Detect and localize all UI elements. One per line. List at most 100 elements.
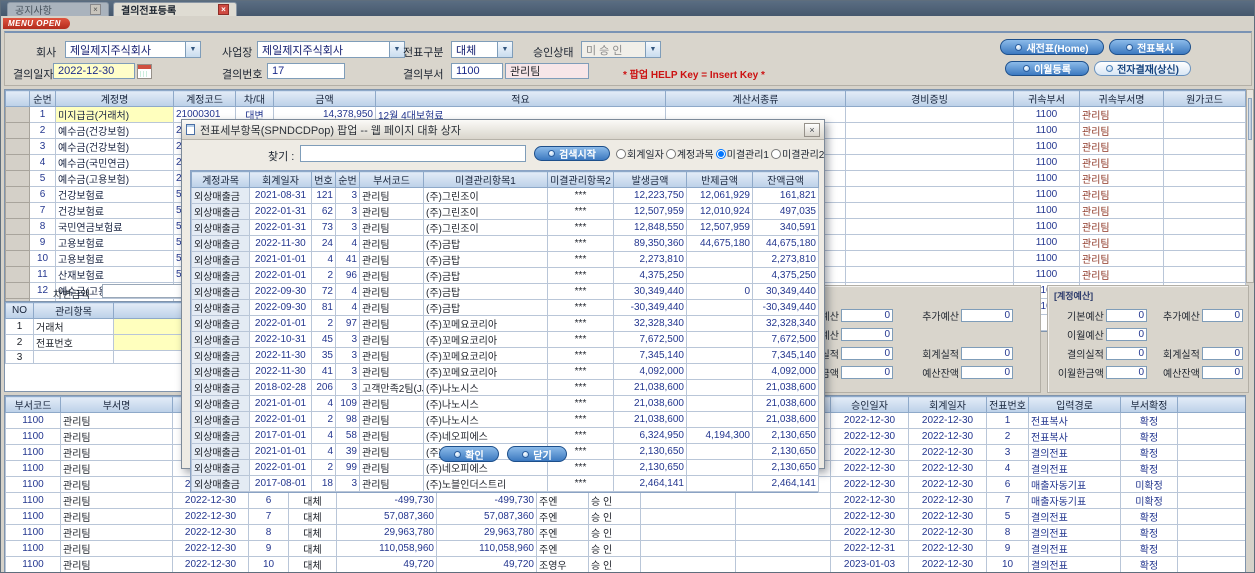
table-row[interactable]: 외상매출금 2022-01-01 2 97 관리팀 (주)꼬메요코리아 *** 32,328,… <box>191 315 819 332</box>
column-header[interactable]: 귀속부서 <box>1013 90 1080 107</box>
radio-option[interactable]: 미결관리1 <box>715 146 769 161</box>
new-slip-button[interactable]: 새전표(Home) <box>1000 39 1104 55</box>
column-header[interactable]: 부서명 <box>60 396 173 413</box>
column-header[interactable]: 금액 <box>273 90 376 107</box>
ok-button[interactable]: 확인 <box>439 446 499 462</box>
column-header[interactable]: 관리항목 <box>33 302 114 319</box>
table-row[interactable]: 외상매출금 2022-01-01 2 98 관리팀 (주)나노시스 *** 21,038,60… <box>191 411 819 428</box>
close-icon[interactable]: × <box>90 4 101 15</box>
column-header[interactable]: 미결관리항목1 <box>423 171 548 188</box>
scrollbar[interactable] <box>1246 89 1254 283</box>
budget-value[interactable]: 0 <box>841 328 893 341</box>
dept-code-input[interactable]: 1100 <box>451 63 503 79</box>
search-input[interactable] <box>300 145 526 162</box>
table-row[interactable]: 외상매출금 2022-11-30 24 4 관리팀 (주)금탑 *** 89,350,360 4… <box>191 235 819 252</box>
budget-value[interactable]: 0 <box>1201 309 1243 322</box>
column-header[interactable]: 경비증빙 <box>845 90 1014 107</box>
radio-icon[interactable] <box>715 148 726 159</box>
column-header[interactable]: 전표번호 <box>986 396 1029 413</box>
column-header[interactable]: 반제금액 <box>686 171 753 188</box>
table-row[interactable]: 외상매출금 2022-09-30 81 4 관리팀 (주)금탑 *** -30,349,440… <box>191 299 819 316</box>
budget-value[interactable]: 0 <box>961 366 1013 379</box>
close-icon[interactable]: × <box>804 122 820 137</box>
approval-date-input[interactable]: 2022-12-30 <box>53 63 135 79</box>
table-row[interactable]: 외상매출금 2021-01-01 4 109 관리팀 (주)나노시스 *** 21,038,6… <box>191 395 819 412</box>
budget-value[interactable]: 0 <box>841 366 893 379</box>
budget-value[interactable]: 0 <box>961 309 1013 322</box>
search-start-button[interactable]: 검색시작 <box>534 146 610 161</box>
table-row[interactable]: 외상매출금 2022-11-30 35 3 관리팀 (주)꼬메요코리아 *** 7,345,1… <box>191 347 819 364</box>
budget-value[interactable]: 0 <box>1105 366 1147 379</box>
carry-over-button[interactable]: 이월등록 <box>1005 61 1089 76</box>
column-header[interactable]: 귀속부서명 <box>1079 90 1164 107</box>
table-row[interactable]: 외상매출금 2017-08-01 18 3 관리팀 (주)노블인더스트리 *** 2,464,… <box>191 475 819 492</box>
approval-state-select[interactable]: 미 승 인 ▼ <box>581 41 661 58</box>
copy-slip-button[interactable]: 전표복사 <box>1109 39 1191 55</box>
column-header[interactable]: 미결관리항목2 <box>547 171 614 188</box>
radio-option[interactable]: 회계일자 <box>616 146 664 161</box>
table-row[interactable]: 1100 관리팀 2022-12-30 7 대체 57,087,360 57,087,360… <box>5 508 1245 525</box>
column-header[interactable]: 계정명 <box>55 90 174 107</box>
budget-value[interactable]: 0 <box>1201 366 1243 379</box>
column-header[interactable]: 계정코드 <box>173 90 236 107</box>
e-approval-button[interactable]: 전자결재(상신) <box>1094 61 1191 76</box>
column-header[interactable]: 차/대 <box>235 90 274 107</box>
column-header[interactable]: 잔액금액 <box>752 171 819 188</box>
radio-icon[interactable] <box>616 148 626 159</box>
approval-no-input[interactable]: 17 <box>267 63 345 79</box>
calendar-icon[interactable] <box>137 64 152 79</box>
budget-value[interactable]: 0 <box>1105 309 1147 322</box>
column-header[interactable]: 계정과목 <box>191 171 250 188</box>
table-row[interactable]: 외상매출금 2022-01-31 73 3 관리팀 (주)그린조이 *** 12,848,55… <box>191 219 819 236</box>
column-header[interactable]: 회계일자 <box>908 396 987 413</box>
budget-value[interactable]: 0 <box>961 347 1013 360</box>
budget-value[interactable]: 0 <box>841 309 893 322</box>
workplace-select[interactable]: 제일제지주식회사 ▼ <box>257 41 405 58</box>
column-header[interactable]: 부서확정 <box>1120 396 1178 413</box>
column-header[interactable]: 회계일자 <box>249 171 312 188</box>
chevron-down-icon[interactable]: ▼ <box>497 42 512 57</box>
column-header[interactable]: 순번 <box>29 90 56 107</box>
menu-open-badge[interactable]: MENU OPEN <box>3 18 70 29</box>
table-row[interactable]: 외상매출금 2022-01-31 62 3 관리팀 (주)그린조이 *** 12,507,95… <box>191 203 819 220</box>
radio-option[interactable]: 계정과목 <box>665 146 714 161</box>
budget-value[interactable]: 0 <box>1105 328 1147 341</box>
column-header[interactable]: 계산서종류 <box>665 90 846 107</box>
table-row[interactable]: 외상매출금 2022-01-01 2 96 관리팀 (주)금탑 *** 4,375,250 4,… <box>191 267 819 284</box>
table-row[interactable]: 1100 관리팀 2022-12-30 9 대체 110,058,960 110,058,9… <box>5 540 1245 557</box>
radio-icon[interactable] <box>771 148 781 159</box>
column-header[interactable]: 승인일자 <box>830 396 909 413</box>
table-row[interactable]: 외상매출금 2022-10-31 45 3 관리팀 (주)꼬메요코리아 *** 7,672,5… <box>191 331 819 348</box>
slip-type-select[interactable]: 대체 ▼ <box>451 41 513 58</box>
table-row[interactable]: 외상매출금 2017-01-01 4 58 관리팀 (주)네오피에스 *** 6,324,95… <box>191 427 819 444</box>
column-header[interactable]: 부서코드 <box>5 396 61 413</box>
column-header[interactable]: 원가코드 <box>1163 90 1246 107</box>
column-header[interactable]: 입력경로 <box>1028 396 1121 413</box>
table-row[interactable]: 1100 관리팀 2022-12-30 10 대체 49,720 49,720 조영우 승 인2… <box>5 556 1245 572</box>
radio-option[interactable]: 미결관리2 <box>771 146 824 161</box>
column-header[interactable]: 번호 <box>311 171 336 188</box>
table-row[interactable]: 외상매출금 2018-02-28 206 3 고객만족2팀(JJ (주)나노시스 *** 21… <box>191 379 819 396</box>
tab-notice[interactable]: 공지사항 × <box>7 2 109 17</box>
column-header[interactable] <box>1177 396 1245 413</box>
column-header[interactable]: NO <box>5 302 34 319</box>
company-select[interactable]: 제일제지주식회사 ▼ <box>65 41 201 58</box>
budget-value[interactable]: 0 <box>1105 347 1147 360</box>
radio-icon[interactable] <box>665 148 676 159</box>
column-header[interactable]: 적요 <box>375 90 666 107</box>
table-row[interactable]: 외상매출금 2021-01-01 4 41 관리팀 (주)금탑 *** 2,273,810 2,… <box>191 251 819 268</box>
chevron-down-icon[interactable]: ▼ <box>185 42 200 57</box>
column-header[interactable]: 순번 <box>335 171 360 188</box>
column-header[interactable]: 부서코드 <box>359 171 424 188</box>
chevron-down-icon[interactable]: ▼ <box>645 42 660 57</box>
tab-voucher-entry[interactable]: 결의전표등록 × <box>113 2 237 17</box>
table-row[interactable]: 외상매출금 2022-11-30 41 3 관리팀 (주)꼬메요코리아 *** 4,092,0… <box>191 363 819 380</box>
close-icon[interactable]: × <box>218 4 229 15</box>
table-row[interactable]: 1100 관리팀 2022-12-30 8 대체 29,963,780 29,963,780… <box>5 524 1245 541</box>
chevron-down-icon[interactable]: ▼ <box>389 42 404 57</box>
close-button[interactable]: 닫기 <box>507 446 567 462</box>
table-row[interactable]: 외상매출금 2022-09-30 72 4 관리팀 (주)금탑 *** 30,349,440 0… <box>191 283 819 300</box>
table-row[interactable]: 1100 관리팀 2022-12-30 6 대체 -499,730 -499,730 주엔 승 … <box>5 492 1245 509</box>
budget-value[interactable]: 0 <box>1201 347 1243 360</box>
column-header[interactable]: 발생금액 <box>613 171 687 188</box>
